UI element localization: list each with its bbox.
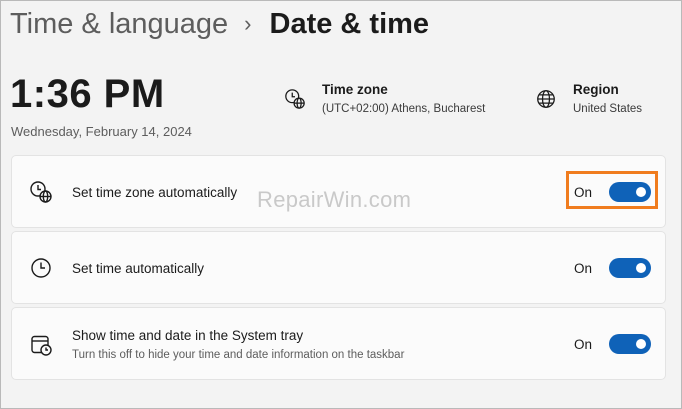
- toggle-knob: [636, 263, 646, 273]
- system-tray-toggle[interactable]: [609, 334, 651, 354]
- region-value: United States: [573, 103, 643, 115]
- breadcrumb-separator: ›: [244, 11, 252, 36]
- clock-globe-icon: [285, 89, 305, 109]
- setting-label: Show time and date in the System tray: [72, 328, 304, 343]
- time-zone-title: Time zone: [322, 82, 388, 97]
- setting-card-time-auto: Set time automatically On: [11, 231, 666, 304]
- breadcrumb-parent-link[interactable]: Time & language: [10, 8, 228, 41]
- current-time: 1:36 PM: [10, 72, 165, 116]
- page-title: Date & time: [269, 7, 430, 40]
- region-title: Region: [573, 82, 619, 97]
- globe-icon: [537, 90, 555, 108]
- setting-label: Set time zone automatically: [72, 185, 238, 200]
- clock-icon: [31, 258, 51, 278]
- clock-globe-icon: [30, 181, 52, 203]
- toggle-knob: [636, 339, 646, 349]
- calendar-clock-icon: [31, 335, 52, 356]
- highlight-box: [566, 171, 658, 209]
- setting-card-system-tray: Show time and date in the System tray Tu…: [11, 307, 666, 380]
- breadcrumb: Time & language › Date & time: [10, 4, 429, 44]
- time-zone-info: Time zone (UTC+02:00) Athens, Bucharest: [284, 82, 485, 115]
- time-auto-toggle[interactable]: [609, 258, 651, 278]
- toggle-state-label: On: [574, 261, 593, 276]
- time-zone-value: (UTC+02:00) Athens, Bucharest: [322, 103, 486, 115]
- region-info: Region United States: [535, 82, 642, 115]
- toggle-state-label: On: [574, 337, 593, 352]
- watermark: RepairWin.com: [257, 187, 412, 212]
- current-date: Wednesday, February 14, 2024: [11, 124, 192, 139]
- setting-label: Set time automatically: [72, 261, 205, 276]
- setting-description: Turn this off to hide your time and date…: [72, 349, 405, 361]
